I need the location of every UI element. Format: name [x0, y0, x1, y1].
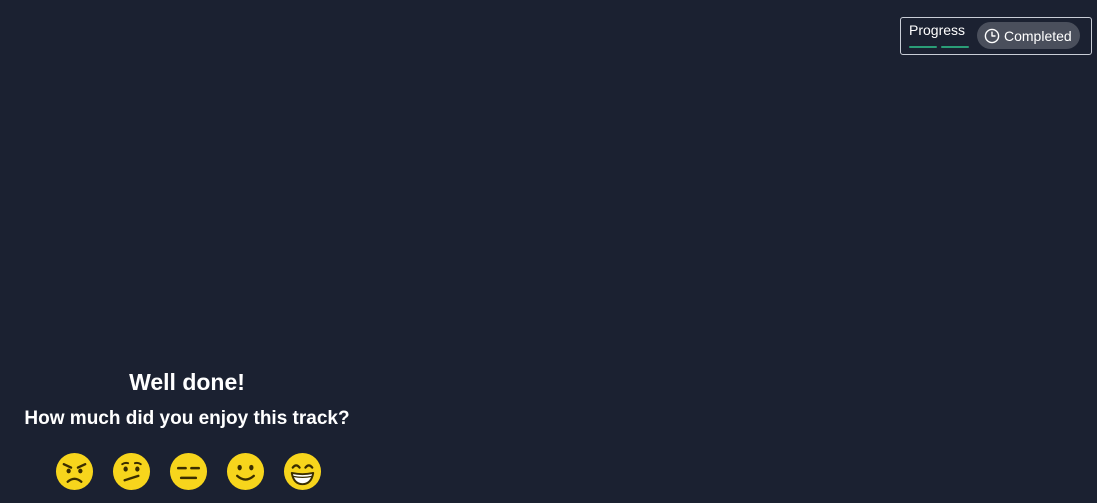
rating-question: How much did you enjoy this track? [24, 408, 350, 429]
confused-face-icon [112, 452, 151, 491]
progress-widget: Progress Completed [900, 17, 1092, 55]
progress-bar [909, 46, 969, 48]
clock-icon [984, 28, 1000, 43]
rating-neutral-button[interactable] [169, 452, 208, 491]
feedback-section: Well done! How much did you enjoy this t… [0, 366, 374, 491]
progress-segment [909, 46, 937, 48]
page: Progress Completed Well done! How much d… [0, 0, 1097, 503]
progress-label: Progress [909, 22, 966, 38]
rating-options [55, 452, 322, 491]
angry-face-icon [55, 452, 94, 491]
rating-happy-button[interactable] [226, 452, 265, 491]
expressionless-face-icon [169, 452, 208, 491]
grinning-face-icon [283, 452, 322, 491]
rating-angry-button[interactable] [55, 452, 94, 491]
status-badge: Completed [977, 22, 1080, 49]
progress-segment [941, 46, 969, 48]
slightly-smiling-face-icon [226, 452, 265, 491]
progress-block: Progress [909, 21, 971, 49]
rating-confused-button[interactable] [112, 452, 151, 491]
rating-very-happy-button[interactable] [283, 452, 322, 491]
status-text: Completed [1004, 27, 1072, 44]
completion-title: Well done! [129, 369, 245, 395]
